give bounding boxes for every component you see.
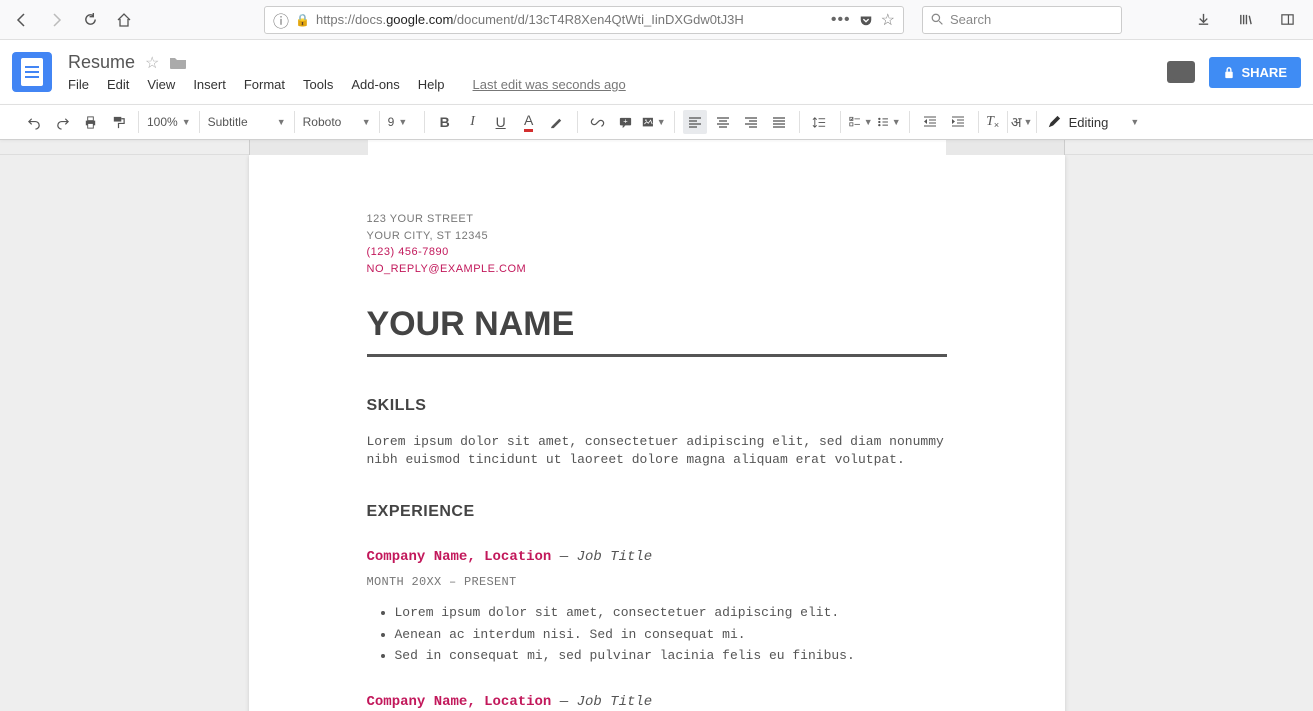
- menu-file[interactable]: File: [68, 77, 89, 92]
- menu-insert[interactable]: Insert: [193, 77, 226, 92]
- menu-edit[interactable]: Edit: [107, 77, 129, 92]
- comment-button[interactable]: +: [614, 110, 638, 134]
- forward-button[interactable]: [42, 6, 70, 34]
- folder-icon[interactable]: [169, 55, 187, 70]
- library-icon[interactable]: [1231, 6, 1259, 34]
- divider: [367, 354, 947, 357]
- info-icon: ⓘ: [273, 8, 289, 32]
- contact-email[interactable]: NO_REPLY@EXAMPLE.COM: [367, 261, 947, 278]
- docs-header: Resume ☆ File Edit View Insert Format To…: [0, 40, 1313, 104]
- resume-name[interactable]: YOUR NAME: [367, 305, 947, 344]
- menu-tools[interactable]: Tools: [303, 77, 333, 92]
- sidebar-icon[interactable]: [1273, 6, 1301, 34]
- home-button[interactable]: [110, 6, 138, 34]
- comments-button[interactable]: [1167, 61, 1195, 83]
- input-tools-button[interactable]: अ▼: [1010, 110, 1034, 134]
- search-bar[interactable]: Search: [922, 6, 1122, 34]
- line-spacing-button[interactable]: [808, 110, 832, 134]
- lock-icon: [1223, 66, 1235, 79]
- page[interactable]: 123 YOUR STREET YOUR CITY, ST 12345 (123…: [249, 155, 1065, 711]
- text-color-button[interactable]: A: [517, 110, 541, 134]
- font-select[interactable]: Roboto▼: [297, 115, 377, 129]
- menu-help[interactable]: Help: [418, 77, 445, 92]
- document-canvas[interactable]: 123 YOUR STREET YOUR CITY, ST 12345 (123…: [0, 155, 1313, 711]
- link-button[interactable]: [586, 110, 610, 134]
- bullet-item[interactable]: Aenean ac interdum nisi. Sed in consequa…: [395, 625, 947, 645]
- contact-phone[interactable]: (123) 456-7890: [367, 244, 947, 261]
- job-entry[interactable]: Company Name, Location — Job Title MONTH…: [367, 549, 947, 666]
- pencil-icon: [1047, 115, 1061, 129]
- job-title[interactable]: Job Title: [577, 549, 653, 565]
- toolbar: 100%▼ Subtitle▼ Roboto▼ 9▼ B I U A + ▼ ▼…: [0, 104, 1313, 140]
- indent-increase-button[interactable]: [946, 110, 970, 134]
- font-size-select[interactable]: 9▼: [382, 115, 422, 129]
- image-button[interactable]: ▼: [642, 110, 666, 134]
- mode-button[interactable]: Editing ▼: [1039, 115, 1148, 130]
- search-placeholder: Search: [950, 12, 991, 27]
- ruler[interactable]: [0, 140, 1313, 155]
- paint-format-button[interactable]: [106, 110, 130, 134]
- reload-button[interactable]: [76, 6, 104, 34]
- docs-logo[interactable]: [12, 52, 52, 92]
- contact-city[interactable]: YOUR CITY, ST 12345: [367, 228, 947, 245]
- redo-button[interactable]: [50, 110, 74, 134]
- share-button[interactable]: SHARE: [1209, 57, 1301, 88]
- bullet-item[interactable]: Lorem ipsum dolor sit amet, consectetuer…: [395, 603, 947, 623]
- job-bullets[interactable]: Lorem ipsum dolor sit amet, consectetuer…: [367, 603, 947, 666]
- zoom-select[interactable]: 100%▼: [141, 115, 197, 129]
- bullet-item[interactable]: Sed in consequat mi, sed pulvinar lacini…: [395, 646, 947, 666]
- pocket-icon[interactable]: [859, 13, 873, 27]
- contact-block[interactable]: 123 YOUR STREET YOUR CITY, ST 12345 (123…: [367, 211, 947, 277]
- url-text: https://docs.google.com/document/d/13cT4…: [316, 12, 744, 27]
- downloads-icon[interactable]: [1189, 6, 1217, 34]
- more-icon[interactable]: •••: [831, 11, 851, 29]
- italic-button[interactable]: I: [461, 110, 485, 134]
- align-right-button[interactable]: [739, 110, 763, 134]
- menu-format[interactable]: Format: [244, 77, 285, 92]
- job-company[interactable]: Company Name, Location: [367, 694, 552, 710]
- job-dates[interactable]: MONTH 20XX – PRESENT: [367, 575, 947, 589]
- align-justify-button[interactable]: [767, 110, 791, 134]
- bullet-list-button[interactable]: ▼: [877, 110, 901, 134]
- checklist-button[interactable]: ▼: [849, 110, 873, 134]
- job-company[interactable]: Company Name, Location: [367, 549, 552, 565]
- experience-heading[interactable]: EXPERIENCE: [367, 503, 947, 521]
- search-icon: [931, 13, 944, 26]
- align-center-button[interactable]: [711, 110, 735, 134]
- menu-bar: File Edit View Insert Format Tools Add-o…: [68, 77, 626, 92]
- bookmark-icon[interactable]: ☆: [881, 10, 895, 30]
- last-edit[interactable]: Last edit was seconds ago: [473, 77, 626, 92]
- lock-icon: 🔒: [295, 13, 310, 27]
- style-select[interactable]: Subtitle▼: [202, 115, 292, 129]
- align-left-button[interactable]: [683, 110, 707, 134]
- job-title[interactable]: Job Title: [577, 694, 653, 710]
- menu-addons[interactable]: Add-ons: [351, 77, 399, 92]
- clear-formatting-button[interactable]: T×: [981, 110, 1005, 134]
- highlight-button[interactable]: [545, 110, 569, 134]
- star-icon[interactable]: ☆: [145, 53, 159, 73]
- back-button[interactable]: [8, 6, 36, 34]
- svg-text:+: +: [623, 116, 628, 125]
- indent-decrease-button[interactable]: [918, 110, 942, 134]
- menu-view[interactable]: View: [147, 77, 175, 92]
- contact-street[interactable]: 123 YOUR STREET: [367, 211, 947, 228]
- bold-button[interactable]: B: [433, 110, 457, 134]
- url-bar[interactable]: ⓘ 🔒 https://docs.google.com/document/d/1…: [264, 6, 904, 34]
- undo-button[interactable]: [22, 110, 46, 134]
- skills-body[interactable]: Lorem ipsum dolor sit amet, consectetuer…: [367, 433, 947, 469]
- browser-toolbar: ⓘ 🔒 https://docs.google.com/document/d/1…: [0, 0, 1313, 40]
- underline-button[interactable]: U: [489, 110, 513, 134]
- skills-heading[interactable]: SKILLS: [367, 397, 947, 415]
- print-button[interactable]: [78, 110, 102, 134]
- job-entry[interactable]: Company Name, Location — Job Title MONTH…: [367, 694, 947, 711]
- doc-title[interactable]: Resume: [68, 52, 135, 73]
